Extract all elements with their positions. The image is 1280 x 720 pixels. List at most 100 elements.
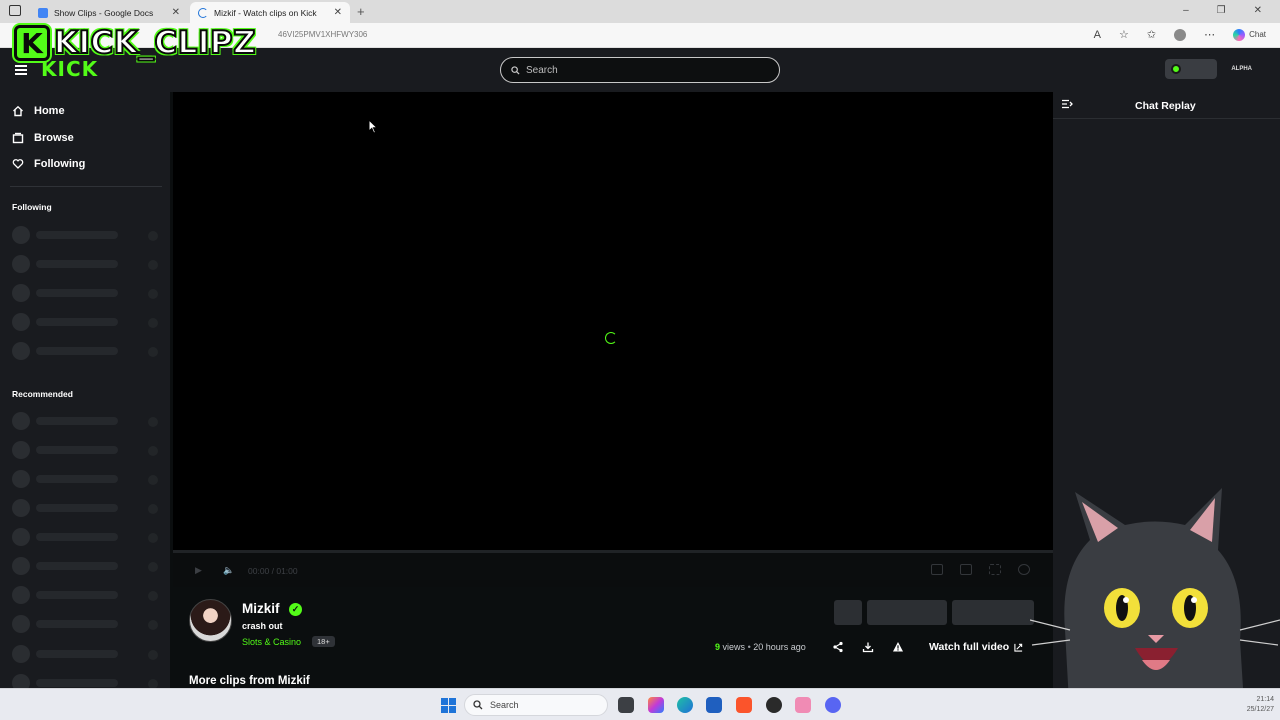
windows-taskbar: Search 21:14 25/12/27 <box>0 688 1280 720</box>
clip-title: crash out <box>242 621 283 631</box>
search-input[interactable]: Search <box>500 57 780 83</box>
app-icon[interactable] <box>795 697 811 713</box>
clip-actions <box>832 641 904 653</box>
favorite-star-icon[interactable]: ☆ <box>1119 28 1129 41</box>
search-placeholder: Search <box>526 64 558 76</box>
obs-icon[interactable] <box>766 697 782 713</box>
cat-avatar-overlay <box>1030 488 1280 720</box>
discord-icon[interactable] <box>825 697 841 713</box>
volume-icon[interactable]: 🔈 <box>223 565 234 576</box>
address-bar-actions: A ☆ ✩ ⋯ Chat <box>1094 28 1266 41</box>
more-menu-icon[interactable]: ⋯ <box>1204 28 1215 41</box>
video-player[interactable] <box>173 92 1053 550</box>
recommended-skeleton-item <box>12 441 162 459</box>
user-button[interactable] <box>1165 59 1218 79</box>
kick-clipz-overlay-logo: K KICK_CLIPZ <box>14 22 276 64</box>
pip-icon[interactable] <box>931 564 943 575</box>
file-explorer-icon[interactable] <box>618 697 634 713</box>
minimize-icon[interactable]: – <box>1183 5 1189 16</box>
recommended-skeleton-item <box>12 615 162 633</box>
clock-date: 25/12/27 <box>1246 706 1274 713</box>
view-count: 9 <box>715 642 721 652</box>
chat-header: Chat Replay <box>1053 92 1280 119</box>
browser-tab-bar: Show Clips - Google Docs ✕ Mizkif - Watc… <box>0 0 1280 23</box>
overlay-k-badge: K <box>14 25 50 61</box>
theater-mode-icon[interactable] <box>960 564 972 575</box>
placeholder-button[interactable] <box>952 600 1034 625</box>
collapse-chat-icon[interactable] <box>1061 99 1073 109</box>
placeholder-button[interactable] <box>834 600 862 625</box>
sidebar: Home Browse Following Following Recommen… <box>0 92 170 720</box>
share-icon[interactable] <box>832 641 844 653</box>
search-icon <box>511 65 520 75</box>
recommended-skeleton-item <box>12 586 162 604</box>
recommended-heading: Recommended <box>12 389 73 399</box>
heart-icon <box>12 159 24 169</box>
favorites-icon[interactable]: ✩ <box>1147 28 1156 41</box>
close-tab-icon[interactable]: ✕ <box>172 7 180 18</box>
recommended-skeleton-item <box>12 499 162 517</box>
recommended-skeleton-item <box>12 528 162 546</box>
tab-google-docs[interactable]: Show Clips - Google Docs ✕ <box>30 2 188 23</box>
age-badge: 18+ <box>312 636 335 647</box>
play-icon[interactable]: ▶ <box>195 565 202 576</box>
following-skeleton-item <box>12 342 162 360</box>
watch-full-video-button[interactable]: Watch full video <box>929 641 1023 653</box>
close-window-icon[interactable]: ✕ <box>1254 5 1262 16</box>
taskbar-search[interactable]: Search <box>464 694 608 716</box>
store-icon[interactable] <box>706 697 722 713</box>
report-icon[interactable] <box>892 641 904 653</box>
settings-icon[interactable] <box>1018 564 1030 575</box>
tab-title: Show Clips - Google Docs <box>54 7 154 18</box>
download-icon[interactable] <box>862 641 874 653</box>
recommended-skeleton-item <box>12 412 162 430</box>
close-tab-icon[interactable]: ✕ <box>334 7 342 18</box>
restore-icon[interactable]: ❐ <box>1217 5 1226 16</box>
recommended-skeleton-item <box>12 557 162 575</box>
views-label: views <box>722 642 746 652</box>
verified-icon: ✓ <box>289 603 302 616</box>
copilot-chat-button[interactable]: Chat <box>1233 28 1266 41</box>
brave-icon[interactable] <box>736 697 752 713</box>
player-controls: ▶ 🔈 00:00 / 01:00 <box>173 553 1053 587</box>
header-actions: ALPHA <box>1165 59 1252 79</box>
clock-time: 21:14 <box>1256 696 1274 703</box>
sidebar-item-following[interactable]: Following <box>12 158 85 170</box>
sidebar-item-label: Home <box>34 105 65 117</box>
clip-meta: 9 views • 20 hours ago <box>715 642 806 652</box>
external-link-icon <box>1014 643 1023 652</box>
sidebar-divider <box>10 186 162 187</box>
channel-logo[interactable]: ALPHA <box>1231 66 1252 72</box>
streamer-name[interactable]: Mizkif <box>242 601 280 616</box>
edge-icon[interactable] <box>677 697 693 713</box>
start-menu-icon[interactable] <box>441 698 456 713</box>
placeholder-button[interactable] <box>867 600 947 625</box>
taskbar-search-label: Search <box>490 700 519 710</box>
streamer-avatar[interactable] <box>189 599 232 642</box>
sidebar-item-home[interactable]: Home <box>12 105 65 117</box>
copilot-app-icon[interactable] <box>648 697 664 713</box>
mouse-cursor-icon <box>368 119 378 134</box>
fullscreen-icon[interactable] <box>989 564 1001 575</box>
new-tab-button[interactable]: + <box>357 4 365 19</box>
chat-title: Chat Replay <box>1135 100 1196 112</box>
tab-actions-icon[interactable] <box>9 5 21 16</box>
playback-time: 00:00 / 01:00 <box>248 566 298 576</box>
recommended-skeleton-item <box>12 645 162 663</box>
read-aloud-icon[interactable]: A <box>1094 29 1101 41</box>
home-icon <box>13 105 23 117</box>
following-skeleton-item <box>12 226 162 244</box>
window-controls: – ❐ ✕ <box>1183 5 1262 16</box>
recommended-skeleton-item <box>12 470 162 488</box>
posted-time: 20 hours ago <box>753 642 806 652</box>
status-icon <box>1171 64 1182 74</box>
sidebar-item-browse[interactable]: Browse <box>12 132 74 144</box>
tab-kick-clip[interactable]: Mizkif - Watch clips on Kick ✕ <box>190 2 350 23</box>
category-link[interactable]: Slots & Casino <box>242 637 301 647</box>
loading-icon <box>198 7 208 18</box>
url-field[interactable]: 46VI25PMV1XHFWY306 <box>278 30 367 39</box>
menu-icon[interactable] <box>15 65 27 75</box>
taskbar-clock[interactable]: 21:14 25/12/27 <box>1247 695 1274 715</box>
recommended-skeleton-item <box>12 674 162 692</box>
profile-icon[interactable] <box>1174 28 1187 41</box>
